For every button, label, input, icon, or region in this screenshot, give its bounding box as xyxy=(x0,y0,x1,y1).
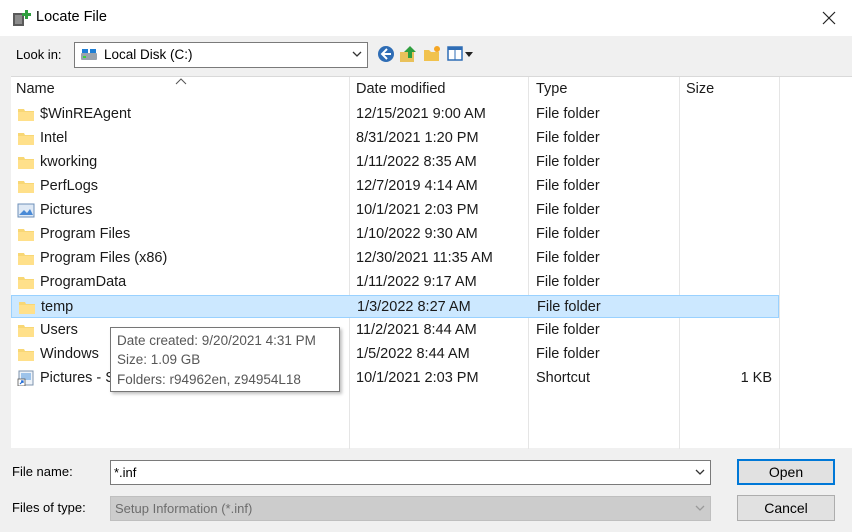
folder-icon xyxy=(18,325,34,337)
column-header-name[interactable]: Name xyxy=(11,77,349,101)
file-name: temp xyxy=(41,299,74,315)
file-type: File folder xyxy=(536,322,600,338)
file-name: Pictures xyxy=(40,202,93,218)
shortcut-icon xyxy=(17,370,34,386)
close-button[interactable] xyxy=(806,0,852,36)
column-header-type-label: Type xyxy=(536,81,568,97)
folder-icon xyxy=(19,302,35,314)
file-name: Users xyxy=(40,322,78,338)
file-date-modified: 12/7/2019 4:14 AM xyxy=(356,178,478,194)
close-icon xyxy=(822,11,836,25)
folder-tooltip: Date created: 9/20/2021 4:31 PM Size: 1.… xyxy=(110,327,340,392)
column-header-type[interactable]: Type xyxy=(529,77,679,101)
column-header-date-label: Date modified xyxy=(356,81,446,97)
back-arrow-icon[interactable] xyxy=(376,44,396,64)
file-date-modified: 1/5/2022 8:44 AM xyxy=(356,346,470,362)
file-name: ProgramData xyxy=(40,274,127,290)
pictures-folder-icon xyxy=(17,203,35,218)
file-name: Intel xyxy=(40,130,68,146)
look-in-dropdown[interactable]: Local Disk (C:) xyxy=(74,42,368,68)
file-date-modified: 1/10/2022 9:30 AM xyxy=(356,226,478,242)
file-type: File folder xyxy=(536,106,600,122)
file-type: File folder xyxy=(536,274,600,290)
file-name: kworking xyxy=(40,154,98,170)
file-name-input[interactable] xyxy=(114,463,684,482)
file-type: Shortcut xyxy=(536,370,590,386)
file-row[interactable]: Pictures 10/1/2021 2:03 PM File folder xyxy=(11,199,779,222)
file-name: Windows xyxy=(40,346,99,362)
folder-icon xyxy=(18,253,34,265)
chevron-down-icon[interactable] xyxy=(695,469,705,476)
file-row[interactable]: $WinREAgent 12/15/2021 9:00 AM File folder xyxy=(11,103,779,126)
chevron-down-icon[interactable] xyxy=(695,505,705,512)
folder-icon xyxy=(18,181,34,193)
file-type: File folder xyxy=(536,154,600,170)
file-date-modified: 11/2/2021 8:44 AM xyxy=(356,322,477,338)
file-type: File folder xyxy=(536,346,600,362)
folder-icon xyxy=(18,349,34,361)
file-list[interactable]: Name Date modified Type Size $WinREAgent… xyxy=(11,76,852,449)
file-type-label: Files of type: xyxy=(12,500,86,515)
chevron-down-icon[interactable] xyxy=(352,51,362,58)
file-type: File folder xyxy=(536,130,600,146)
look-in-label: Look in: xyxy=(16,47,62,62)
tooltip-size: Size: 1.09 GB xyxy=(117,352,201,367)
column-header-name-label: Name xyxy=(16,81,55,97)
file-row[interactable]: PerfLogs 12/7/2019 4:14 AM File folder xyxy=(11,175,779,198)
file-type-dropdown[interactable]: Setup Information (*.inf) xyxy=(110,496,711,521)
file-date-modified: 1/11/2022 8:35 AM xyxy=(356,154,477,170)
folder-icon xyxy=(18,133,34,145)
title-bar: Locate File xyxy=(0,0,852,36)
tooltip-date-created: Date created: 9/20/2021 4:31 PM xyxy=(117,333,316,348)
file-type: File folder xyxy=(536,178,600,194)
tooltip-folders: Folders: r94962en, z94954L18 xyxy=(117,372,301,387)
column-header-size-label: Size xyxy=(686,81,715,97)
file-name: Pictures - S xyxy=(40,370,115,386)
file-row[interactable]: temp 1/3/2022 8:27 AM File folder xyxy=(11,295,779,318)
file-date-modified: 1/11/2022 9:17 AM xyxy=(356,274,477,290)
file-name: PerfLogs xyxy=(40,178,99,194)
app-icon xyxy=(13,10,31,26)
file-name-combo[interactable] xyxy=(110,460,711,485)
file-size: 1 KB xyxy=(740,370,772,386)
file-row[interactable]: ProgramData 1/11/2022 9:17 AM File folder xyxy=(11,271,779,294)
file-type-value: Setup Information (*.inf) xyxy=(115,501,253,516)
folder-icon xyxy=(18,109,34,121)
look-in-value: Local Disk (C:) xyxy=(104,47,193,62)
file-date-modified: 10/1/2021 2:03 PM xyxy=(356,370,479,386)
folder-icon xyxy=(18,157,34,169)
column-header-size[interactable]: Size xyxy=(680,77,779,101)
file-date-modified: 10/1/2021 2:03 PM xyxy=(356,202,479,218)
drive-icon xyxy=(81,49,97,60)
window-title: Locate File xyxy=(36,9,107,25)
file-row[interactable]: Program Files (x86) 12/30/2021 11:35 AM Fi… xyxy=(11,247,779,270)
file-date-modified: 1/3/2022 8:27 AM xyxy=(357,299,471,315)
file-row[interactable]: Intel 8/31/2021 1:20 PM File folder xyxy=(11,127,779,150)
file-row[interactable]: kworking 1/11/2022 8:35 AM File folder xyxy=(11,151,779,174)
file-type: File folder xyxy=(537,299,601,315)
file-type: File folder xyxy=(536,202,600,218)
new-folder-icon[interactable] xyxy=(422,44,442,64)
file-date-modified: 12/15/2021 9:00 AM xyxy=(356,106,486,122)
file-date-modified: 8/31/2021 1:20 PM xyxy=(356,130,479,146)
file-type: File folder xyxy=(536,250,600,266)
column-divider xyxy=(779,77,780,449)
file-date-modified: 12/30/2021 11:35 AM xyxy=(356,250,493,266)
file-name: $WinREAgent xyxy=(40,106,132,122)
view-menu-icon[interactable] xyxy=(446,44,474,64)
folder-icon xyxy=(18,229,34,241)
file-name: Program Files xyxy=(40,226,131,242)
open-button[interactable]: Open xyxy=(737,459,835,485)
folder-icon xyxy=(18,277,34,289)
file-type: File folder xyxy=(536,226,600,242)
file-row[interactable]: Program Files 1/10/2022 9:30 AM File folde… xyxy=(11,223,779,246)
up-folder-icon[interactable] xyxy=(398,44,418,64)
cancel-button[interactable]: Cancel xyxy=(737,495,835,521)
column-header-date[interactable]: Date modified xyxy=(350,77,528,101)
file-name-label: File name: xyxy=(12,464,73,479)
file-name: Program Files (x86) xyxy=(40,250,168,266)
